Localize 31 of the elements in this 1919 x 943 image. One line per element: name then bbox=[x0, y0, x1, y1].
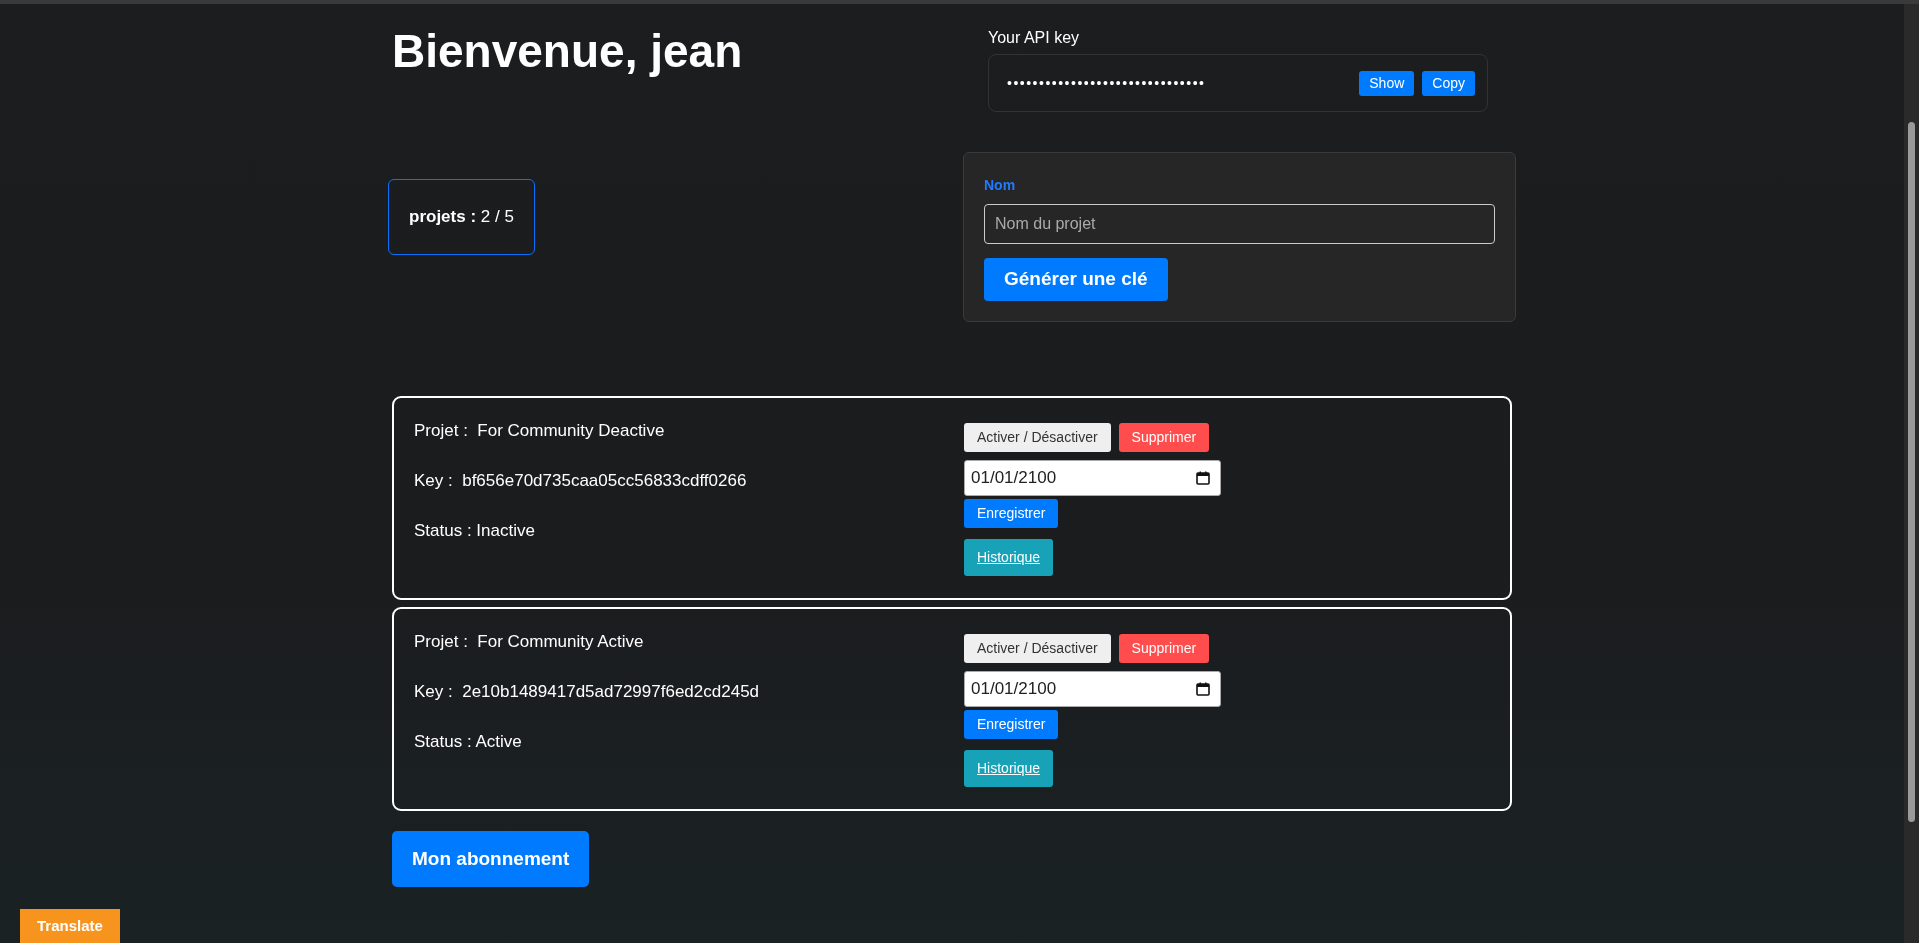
project-key: Key : bf656e70d735caa05cc56833cdff0266 bbox=[414, 469, 964, 491]
date-field[interactable]: 01/01/2100 bbox=[964, 459, 1221, 496]
scrollbar-thumb[interactable] bbox=[1908, 122, 1915, 822]
field-label: Nom bbox=[984, 176, 1017, 195]
project-name-field[interactable]: Nom du projet bbox=[984, 204, 1495, 244]
page-heading: Bienvenue, jean bbox=[392, 26, 744, 77]
calendar-icon[interactable] bbox=[1196, 681, 1210, 696]
project-status: Status : Inactive bbox=[414, 519, 536, 541]
project-name: Projet : For Community Active bbox=[414, 630, 645, 652]
show-button[interactable]: Show bbox=[1359, 70, 1415, 96]
project-count: projets : 2 / 5 bbox=[388, 179, 535, 255]
masked-api-key: ••••••••••••••••••••••••••••••• bbox=[1007, 72, 1360, 94]
delete-button[interactable]: Supprimer bbox=[1118, 633, 1210, 663]
project-key: Key : 2e10b1489417d5ad72997f6ed2cd245d bbox=[414, 680, 964, 702]
history-link[interactable]: Historique bbox=[964, 749, 1054, 787]
translate-button[interactable]: Translate bbox=[20, 908, 120, 943]
calendar-icon[interactable] bbox=[1196, 470, 1210, 485]
scrollbar-track[interactable] bbox=[1904, 4, 1919, 943]
save-button[interactable]: Enregistrer bbox=[964, 709, 1059, 739]
date-field[interactable]: 01/01/2100 bbox=[964, 670, 1221, 707]
generate-key-button[interactable]: Générer une clé bbox=[984, 258, 1168, 301]
api-key-label: Your API key bbox=[988, 28, 1081, 48]
toggle-button[interactable]: Activer / Désactiver bbox=[964, 422, 1111, 452]
history-link[interactable]: Historique bbox=[964, 538, 1054, 576]
project-status: Status : Active bbox=[414, 730, 523, 752]
project-name: Projet : For Community Deactive bbox=[414, 419, 666, 441]
save-button[interactable]: Enregistrer bbox=[964, 498, 1059, 528]
copy-button[interactable]: Copy bbox=[1422, 70, 1475, 96]
toggle-button[interactable]: Activer / Désactiver bbox=[964, 633, 1111, 663]
subscription-button[interactable]: Mon abonnement bbox=[392, 830, 590, 887]
delete-button[interactable]: Supprimer bbox=[1118, 422, 1210, 452]
